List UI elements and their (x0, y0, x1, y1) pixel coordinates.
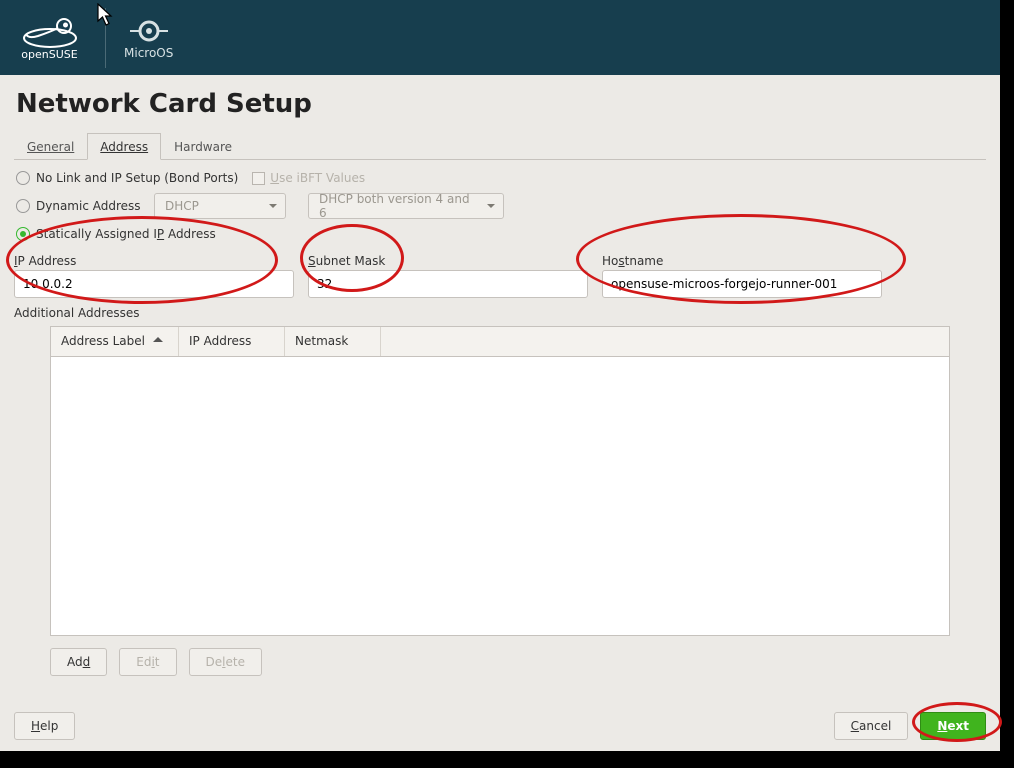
col-ip-address[interactable]: IP Address (179, 327, 285, 356)
hostname-input[interactable] (602, 270, 882, 298)
ip-address-input[interactable] (14, 270, 294, 298)
table-buttons: AAdddd Edit Delete (50, 648, 986, 676)
microos-logo-text: MicroOS (124, 46, 173, 60)
radio-dynamic-label: Dynamic Address (36, 199, 154, 213)
select-dhcp-version[interactable]: DHCP both version 4 and 6 (308, 193, 504, 219)
select-dhcp[interactable]: DHCP (154, 193, 286, 219)
row-dynamic: Dynamic Address DHCP DHCP both version 4… (14, 192, 986, 220)
header-bar: openSUSE MicroOS (0, 0, 1000, 75)
additional-addresses-label: Additional Addresses (14, 306, 986, 320)
tab-address[interactable]: Address (87, 133, 161, 160)
row-static: Statically Assigned IP Address (14, 220, 986, 248)
col-address-label[interactable]: Address Label (51, 327, 179, 356)
radio-static-label: Statically Assigned IP Address (36, 227, 216, 241)
next-button[interactable]: Next (920, 712, 986, 740)
radio-static[interactable] (16, 227, 30, 241)
edit-button: Edit (119, 648, 176, 676)
additional-addresses-table: Address Label IP Address Netmask (50, 326, 950, 636)
add-button[interactable]: AAdddd (50, 648, 107, 676)
opensuse-logo: openSUSE (12, 14, 87, 61)
radio-no-link-label: No Link and IP Setup (Bond Ports) (36, 171, 238, 185)
radio-dynamic[interactable] (16, 199, 30, 213)
tabs: General Address Hardware (14, 133, 986, 160)
hostname-label: Hostname (602, 254, 663, 268)
sort-asc-icon (153, 334, 163, 348)
installer-window: openSUSE MicroOS ◗ Network Card Setup Ge… (0, 0, 1000, 751)
microos-logo: MicroOS (124, 16, 173, 60)
content-area: Network Card Setup General Address Hardw… (0, 75, 1000, 751)
col-netmask[interactable]: Netmask (285, 327, 381, 356)
help-button[interactable]: Help (14, 712, 75, 740)
tab-hardware[interactable]: Hardware (161, 133, 245, 160)
subnet-mask-label: Subnet Mask (308, 254, 602, 268)
footer-bar: Help Cancel Next (0, 712, 1000, 740)
ip-address-label: IP Address (14, 254, 308, 268)
opensuse-logo-text: openSUSE (21, 48, 77, 61)
checkbox-use-ibft-label: Use iBFT Values (270, 171, 365, 185)
page-title: Network Card Setup (16, 89, 986, 119)
table-header-row: Address Label IP Address Netmask (51, 327, 949, 357)
header-divider (105, 8, 106, 68)
delete-button: Delete (189, 648, 262, 676)
tab-general[interactable]: General (14, 133, 87, 160)
subnet-mask-input[interactable] (308, 270, 588, 298)
row-no-link: No Link and IP Setup (Bond Ports) Use iB… (14, 164, 986, 192)
checkbox-use-ibft[interactable] (252, 172, 265, 185)
radio-no-link[interactable] (16, 171, 30, 185)
cancel-button[interactable]: Cancel (834, 712, 909, 740)
